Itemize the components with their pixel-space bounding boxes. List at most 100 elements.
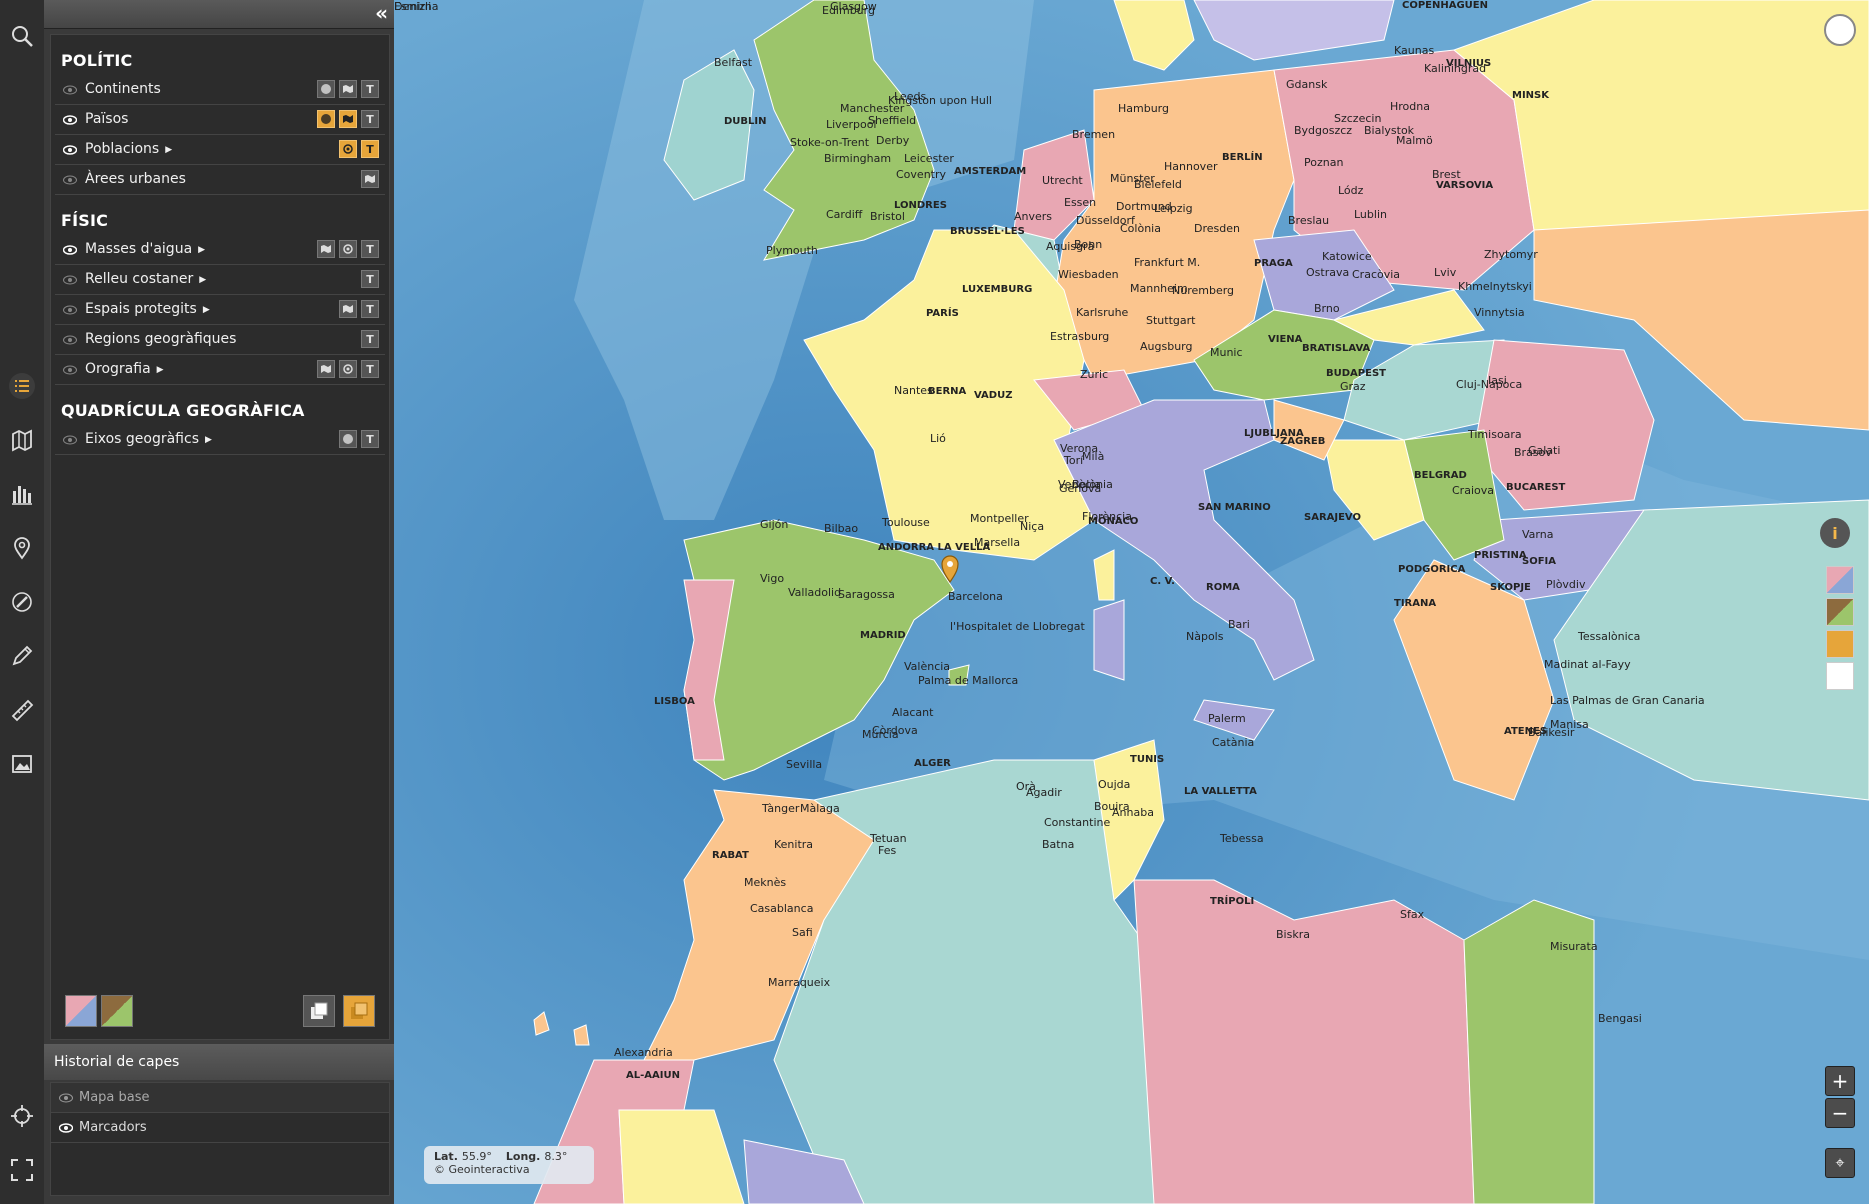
zoom-in-button[interactable]: + bbox=[1825, 1066, 1855, 1096]
layer-circle-button[interactable] bbox=[339, 360, 357, 378]
layer-T-button[interactable]: T bbox=[361, 430, 379, 448]
statistics-chart-icon[interactable] bbox=[0, 472, 44, 516]
expand-arrow-icon[interactable]: ▶ bbox=[203, 296, 210, 325]
city-label: Colònia bbox=[1120, 222, 1161, 235]
layer-T-button[interactable]: T bbox=[361, 240, 379, 258]
eye-icon[interactable] bbox=[63, 295, 81, 324]
expand-arrow-icon[interactable]: ▶ bbox=[157, 356, 164, 385]
layer-row[interactable]: Relleu costaner ▶ T bbox=[55, 265, 385, 295]
layer-map-button[interactable] bbox=[339, 300, 357, 318]
capital-label: VADUZ bbox=[974, 390, 1013, 401]
eye-icon[interactable] bbox=[63, 355, 81, 384]
capital-label: COPENHAGUEN bbox=[1402, 0, 1489, 11]
city-label: Munic bbox=[1210, 346, 1243, 359]
map-canvas[interactable]: DUBLIN LONDRES AMSTERDAM BRUSSEL·LES LUXEMBU… bbox=[394, 0, 1869, 1204]
city-label: Bristol bbox=[870, 210, 905, 223]
layer-T-button[interactable]: T bbox=[361, 140, 379, 158]
city-label: Barcelona bbox=[948, 590, 1003, 603]
layer-T-button[interactable]: T bbox=[361, 360, 379, 378]
capital-label: SAN MARINO bbox=[1198, 502, 1271, 513]
layer-T-button[interactable]: T bbox=[361, 270, 379, 288]
eye-icon[interactable] bbox=[63, 75, 81, 104]
white-layer-toggle[interactable] bbox=[1826, 662, 1854, 690]
city-label: Galati bbox=[1528, 444, 1561, 457]
history-item-base-map[interactable]: Mapa base bbox=[51, 1083, 389, 1113]
layer-map-button[interactable] bbox=[339, 80, 357, 98]
layer-row[interactable]: Regions geogràfiques T bbox=[55, 325, 385, 355]
layer-row[interactable]: Orografia ▶ T bbox=[55, 355, 385, 385]
layer-T-button[interactable]: T bbox=[361, 300, 379, 318]
political-style-swatch[interactable] bbox=[65, 995, 97, 1027]
fullscreen-icon[interactable] bbox=[0, 1148, 44, 1192]
collapse-panel-button[interactable]: « bbox=[375, 3, 388, 23]
history-item-markers[interactable]: Marcadors bbox=[51, 1113, 389, 1143]
layer-map-button[interactable] bbox=[317, 360, 335, 378]
city-label: Valladolid bbox=[788, 586, 842, 599]
layer-map-button[interactable] bbox=[339, 110, 357, 128]
layer-row[interactable]: Àrees urbanes bbox=[55, 165, 385, 195]
eye-icon[interactable] bbox=[63, 265, 81, 294]
layers-list-icon[interactable] bbox=[0, 364, 44, 408]
city-label: Edimburg bbox=[822, 4, 875, 17]
pencil-icon[interactable] bbox=[0, 634, 44, 678]
layer-row[interactable]: Masses d'aigua ▶ T bbox=[55, 235, 385, 265]
capital-label: BELGRAD bbox=[1414, 470, 1467, 481]
layer-map-button[interactable] bbox=[361, 170, 379, 188]
info-icon[interactable]: i bbox=[1820, 518, 1850, 548]
layer-row[interactable]: Continents T bbox=[55, 75, 385, 105]
expand-arrow-icon[interactable]: ▶ bbox=[165, 136, 172, 165]
image-export-icon[interactable] bbox=[0, 742, 44, 786]
capital-label: BRATISLAVA bbox=[1302, 343, 1371, 354]
search-icon[interactable] bbox=[0, 14, 44, 58]
eye-icon[interactable] bbox=[59, 1113, 73, 1142]
expand-arrow-icon[interactable]: ▶ bbox=[205, 426, 212, 455]
city-label: Plòvdiv bbox=[1546, 578, 1586, 591]
eye-icon[interactable] bbox=[59, 1083, 73, 1112]
color-layer-icon[interactable] bbox=[343, 995, 375, 1027]
eye-icon[interactable] bbox=[63, 135, 81, 164]
lat-label: Lat. bbox=[434, 1150, 458, 1163]
location-pin-icon[interactable] bbox=[0, 526, 44, 570]
geointeractiva-logo[interactable] bbox=[1824, 14, 1856, 46]
zoom-out-button[interactable]: − bbox=[1825, 1098, 1855, 1128]
layer-circle-button[interactable] bbox=[339, 140, 357, 158]
draw-on-map-icon[interactable] bbox=[0, 580, 44, 624]
expand-arrow-icon[interactable]: ▶ bbox=[198, 236, 205, 265]
layer-circle-button[interactable] bbox=[339, 240, 357, 258]
measure-ruler-icon[interactable] bbox=[0, 688, 44, 732]
layer-globe-button[interactable] bbox=[317, 80, 335, 98]
eye-icon[interactable] bbox=[63, 235, 81, 264]
recenter-button[interactable]: ⌖ bbox=[1825, 1148, 1855, 1178]
atlas-map-icon[interactable] bbox=[0, 418, 44, 462]
city-label: Kingston upon Hull bbox=[888, 94, 992, 107]
city-label: Bolònia bbox=[1072, 478, 1113, 491]
layer-row[interactable]: Espais protegits ▶ T bbox=[55, 295, 385, 325]
expand-arrow-icon[interactable]: ▶ bbox=[199, 266, 206, 295]
layer-map-button[interactable] bbox=[317, 240, 335, 258]
city-label: Alexandria bbox=[614, 1046, 673, 1059]
physical-style-swatch[interactable] bbox=[101, 995, 133, 1027]
layer-T-button[interactable]: T bbox=[361, 110, 379, 128]
crosshair-icon[interactable] bbox=[0, 1094, 44, 1138]
layer-row[interactable]: Poblacions ▶ T bbox=[55, 135, 385, 165]
layer-label: Països bbox=[85, 111, 129, 127]
layer-T-button[interactable]: T bbox=[361, 80, 379, 98]
white-layer-icon[interactable] bbox=[303, 995, 335, 1027]
city-label: Bydgoszcz bbox=[1294, 124, 1353, 137]
layer-row[interactable]: Eixos geogràfics ▶ T bbox=[55, 425, 385, 455]
color-layer-toggle[interactable] bbox=[1826, 630, 1854, 658]
political-style-toggle[interactable] bbox=[1826, 566, 1854, 594]
eye-icon[interactable] bbox=[63, 105, 81, 134]
city-label: Katowice bbox=[1322, 250, 1372, 263]
eye-icon[interactable] bbox=[63, 165, 81, 194]
city-label: Stoke-on-Trent bbox=[790, 136, 870, 149]
eye-icon[interactable] bbox=[63, 425, 81, 454]
eye-icon[interactable] bbox=[63, 325, 81, 354]
layer-row[interactable]: Països T bbox=[55, 105, 385, 135]
layer-T-button[interactable]: T bbox=[361, 330, 379, 348]
physical-style-toggle[interactable] bbox=[1826, 598, 1854, 626]
layer-globe-button[interactable] bbox=[339, 430, 357, 448]
capital-label: ALGER bbox=[914, 758, 951, 769]
layer-globe-button[interactable] bbox=[317, 110, 335, 128]
capital-label: AL-AAIUN bbox=[626, 1070, 680, 1081]
